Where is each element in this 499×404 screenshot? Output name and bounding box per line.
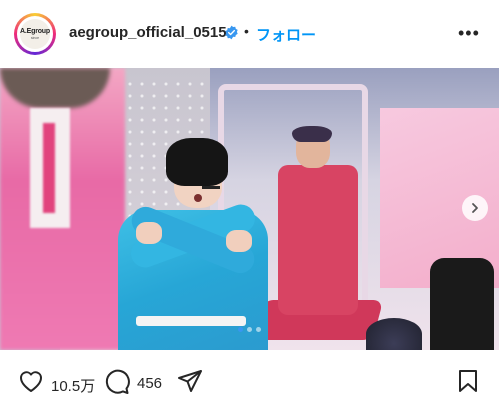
performer-hand xyxy=(136,222,162,244)
dancer-coat xyxy=(278,165,358,315)
heart-icon[interactable] xyxy=(18,369,44,393)
avatar-logo: A.Egroup since xyxy=(20,19,50,49)
chevron-right-icon xyxy=(472,203,478,213)
background-dancer xyxy=(252,126,384,340)
follow-button[interactable]: フォロー xyxy=(256,24,316,45)
separator-dot: • xyxy=(244,23,249,39)
stage-spotlight xyxy=(366,318,422,350)
carousel-indicator xyxy=(0,327,499,332)
share-icon[interactable] xyxy=(177,369,203,393)
carousel-dot xyxy=(247,327,252,332)
carousel-dot xyxy=(238,327,243,332)
dancer-hat xyxy=(292,126,332,142)
headset-mic xyxy=(202,186,220,189)
comment-count[interactable]: 456 xyxy=(137,375,162,392)
avatar-logo-text: A.Egroup xyxy=(20,28,50,35)
performer-belt xyxy=(136,316,246,326)
username-link[interactable]: aegroup_official_0515 xyxy=(69,24,227,41)
avatar-logo-sub: since xyxy=(30,36,40,40)
verified-badge-icon xyxy=(225,25,238,40)
avatar-image: A.Egroup since xyxy=(17,16,53,52)
performer-mouth xyxy=(194,194,202,202)
carousel-dot xyxy=(256,327,261,332)
stage-speaker xyxy=(430,258,494,350)
comment-icon[interactable] xyxy=(104,369,130,395)
post-header: A.Egroup since aegroup_official_0515 • フ… xyxy=(0,0,499,68)
like-count[interactable]: 10.5万 xyxy=(51,375,95,396)
main-performer xyxy=(118,138,268,350)
bookmark-icon[interactable] xyxy=(458,369,478,393)
performer-hand xyxy=(226,230,252,252)
performer-hair xyxy=(166,138,228,186)
carousel-next-button[interactable] xyxy=(462,195,488,221)
profile-avatar[interactable]: A.Egroup since xyxy=(14,13,56,55)
more-options-icon[interactable]: ••• xyxy=(458,23,480,44)
performer-left-tie xyxy=(43,123,55,213)
post-image[interactable] xyxy=(0,68,499,350)
